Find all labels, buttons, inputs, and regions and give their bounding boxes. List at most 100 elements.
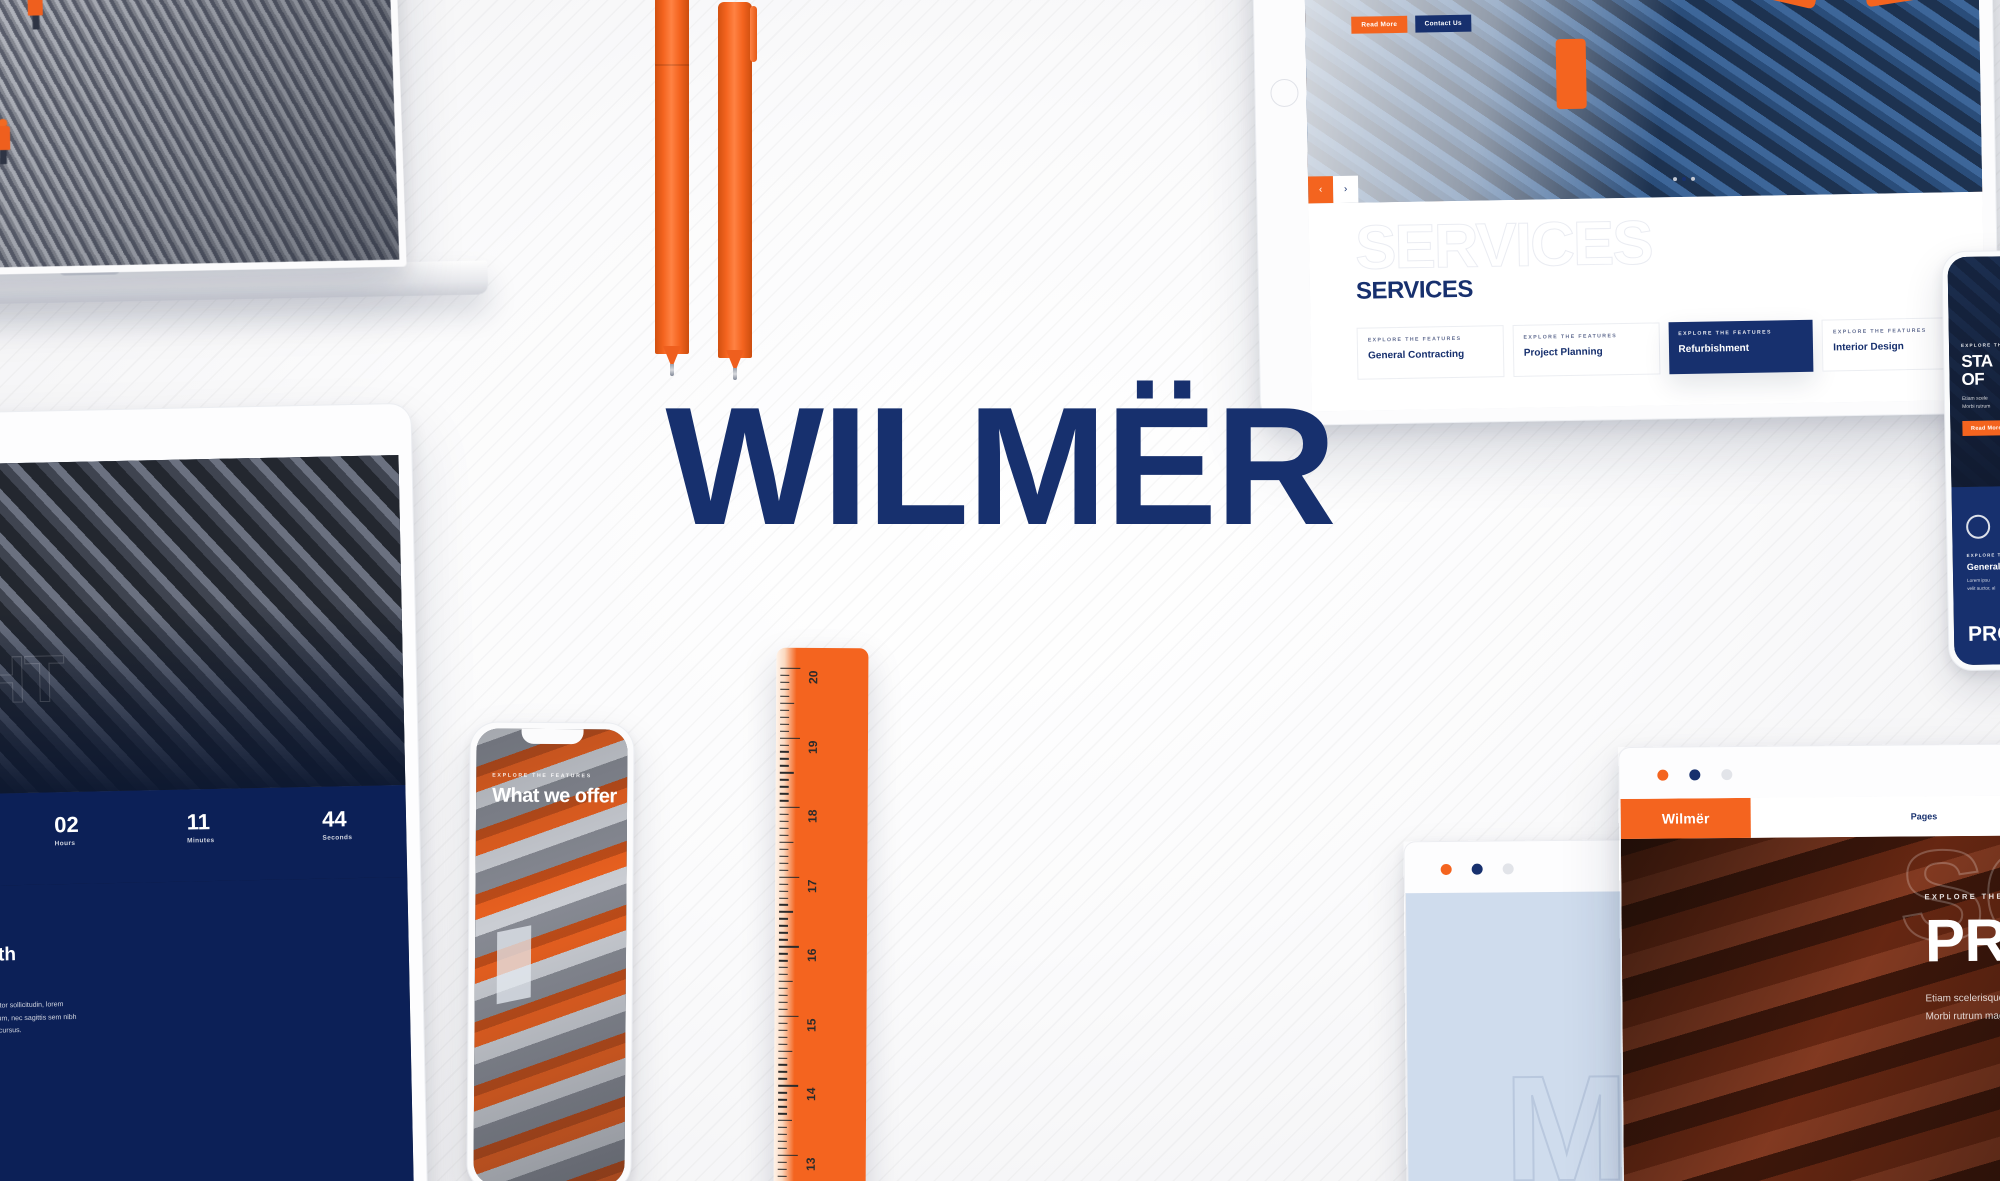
window-dot-navy[interactable] <box>1689 769 1701 781</box>
laptop-screen: DULE <box>0 0 407 281</box>
feature-copy: EXPLORE THE FEATURES Architecture with p… <box>0 919 389 1075</box>
slider-dot-active[interactable] <box>1682 176 1687 182</box>
ruler-minor-tick <box>779 765 789 767</box>
ruler-object: 20 19 18 17 16 15 14 13 <box>773 647 869 1181</box>
tablet-screen: SKYLIGHT SKY'S THE LIMIT Read More Conta… <box>0 455 415 1181</box>
ruler-minor-tick <box>778 1057 788 1059</box>
phone-notch <box>520 728 584 745</box>
phone-screen: EXPLORE THE FEATURES What we offer <box>473 728 628 1181</box>
ruler-number-label: 15 <box>804 1018 819 1032</box>
construction-photo <box>0 0 400 273</box>
window-dot-grey[interactable] <box>1502 863 1514 875</box>
slider-next-button[interactable]: › <box>1332 175 1359 204</box>
ruler-major-tick <box>778 1085 799 1087</box>
ruler-minor-tick <box>780 681 790 684</box>
ruler-minor-tick <box>780 688 790 691</box>
browser-mockup-right: Wilmër Pages SC EXPLORE THE FEATURES PRO… <box>1618 742 2000 1181</box>
service-card-eyebrow: EXPLORE THE FEATURES <box>1678 329 1772 338</box>
ruler-major-tick <box>779 806 800 809</box>
services-card-list: EXPLORE THE FEATURES General Contracting… <box>1356 317 1970 380</box>
ruler-minor-tick <box>779 890 789 892</box>
ruler-minor-tick <box>778 1036 788 1038</box>
phone-hero-copy: EXPLORE THE FEATURES What we offer <box>492 773 617 808</box>
services-ghost-title: SERVICES <box>1354 208 1653 283</box>
slider-dot[interactable] <box>1691 176 1696 181</box>
slider-prev-button[interactable]: ‹ <box>1307 176 1334 204</box>
ruler-minor-tick <box>779 751 789 753</box>
tablet-mockup-top-right: EXPLORE THE FEATURES STAYING AHEAD OF SC… <box>1249 0 2000 427</box>
hero-body2: Morbi rutrum mag <box>1925 1010 2000 1022</box>
services-title: SERVICES <box>1355 275 1474 305</box>
ruler-minor-tick <box>778 1064 788 1066</box>
ruler-number-label: 20 <box>806 670 821 684</box>
ruler-major-tick <box>778 1015 799 1018</box>
ruler-minor-tick <box>779 883 789 885</box>
contact-us-button[interactable]: Contact Us <box>1415 14 1472 33</box>
hero-area: SC EXPLORE THE FEATURES PRO Etiam sceler… <box>1620 834 2000 1181</box>
service-card-project-planning[interactable]: EXPLORE THE FEATURES Project Planning <box>1512 322 1660 377</box>
browser-viewport: Wilmër Pages SC EXPLORE THE FEATURES PRO… <box>1619 794 2000 1181</box>
window-dot-orange[interactable] <box>1440 863 1452 875</box>
countdown-value: 11 <box>186 809 211 835</box>
ruler-minor-tick <box>777 1168 787 1170</box>
countdown-bar: 43 Months 26 Days 02 Hours 11 Minutes <box>0 784 408 892</box>
ruler-minor-tick <box>778 1001 788 1004</box>
ruler-minor-tick <box>779 820 789 823</box>
service-card-refurbishment-active[interactable]: EXPLORE THE FEATURES Refurbishment <box>1668 319 1814 375</box>
window-dot-grey[interactable] <box>1721 769 1733 781</box>
ruler-major-tick <box>777 1154 798 1157</box>
ruler-minor-tick <box>778 980 793 983</box>
browser-chrome <box>1618 742 2000 800</box>
ruler-minor-tick <box>778 1112 788 1115</box>
ruler-minor-tick <box>780 730 790 732</box>
ruler-minor-tick <box>779 897 789 899</box>
ruler-minor-tick <box>779 925 789 927</box>
ruler-minor-tick <box>779 869 789 871</box>
ruler-number-label: 17 <box>805 879 820 893</box>
pen-clip <box>750 6 757 62</box>
window-dot-orange[interactable] <box>1657 769 1669 781</box>
pen-object-left <box>655 0 689 376</box>
ruler-minor-tick <box>779 827 789 830</box>
hero-ghost-word: SKYLIGHT <box>0 641 64 723</box>
nav-item-pages[interactable]: Pages <box>1911 811 1938 821</box>
ruler-minor-tick <box>777 1147 787 1150</box>
ruler-minor-tick <box>778 959 788 962</box>
ruler-minor-tick <box>779 779 789 781</box>
ruler-minor-tick <box>779 744 789 746</box>
site-logo[interactable]: Wilmër <box>1620 797 1751 840</box>
ruler-minor-tick <box>778 973 788 976</box>
slider-controls[interactable]: ‹ › <box>1307 175 1359 204</box>
laptop-mockup-top-left: DULE <box>0 0 489 350</box>
ruler-minor-tick <box>779 834 789 837</box>
feature-body: Lorem ipsum proin grandiobrath vel velit… <box>0 1001 77 1038</box>
service-card-general-contracting[interactable]: EXPLORE THE FEATURES General Contracting <box>1356 325 1505 380</box>
hero-title: PRO <box>1924 906 2000 975</box>
hero-eyebrow: EXPLORE THE FEATURES <box>1924 891 2000 902</box>
countdown-value: 02 <box>53 811 79 838</box>
phone-mockup-center: EXPLORE THE FEATURES What we offer <box>466 721 635 1181</box>
feature-section: EXPLORE THE FEATURES Architecture with p… <box>0 876 415 1181</box>
ruler-minor-tick <box>778 1029 788 1031</box>
read-more-button[interactable]: Read More <box>1351 15 1408 34</box>
countdown-label: Seconds <box>322 834 353 842</box>
window-dot-navy[interactable] <box>1471 863 1483 875</box>
ruler-minor-tick <box>780 723 790 725</box>
phone-card-body2: velit auctor, al <box>1967 585 1996 591</box>
ruler-minor-tick <box>777 1140 787 1143</box>
ruler-minor-tick <box>777 1175 787 1177</box>
slider-dot[interactable] <box>1673 177 1678 182</box>
phone-footer-title: PRO <box>1967 622 2000 646</box>
ruler-minor-tick <box>779 758 789 760</box>
slider-dots[interactable] <box>1673 176 1696 182</box>
ruler-minor-tick <box>779 918 789 920</box>
ruler-minor-tick <box>780 674 790 677</box>
service-card-title: Refurbishment <box>1678 342 1750 356</box>
hero-copy: EXPLORE THE FEATURES PRO Etiam scelerisq… <box>1924 891 2000 1025</box>
ruler-major-tick <box>780 667 801 670</box>
ruler-number-label: 16 <box>804 948 819 963</box>
phone-hero-eyebrow: EXPLORE THE FEATURES <box>492 772 592 780</box>
pen-object-right <box>718 2 757 380</box>
ruler-ticks <box>777 662 807 1181</box>
ruler-minor-tick <box>778 939 788 941</box>
